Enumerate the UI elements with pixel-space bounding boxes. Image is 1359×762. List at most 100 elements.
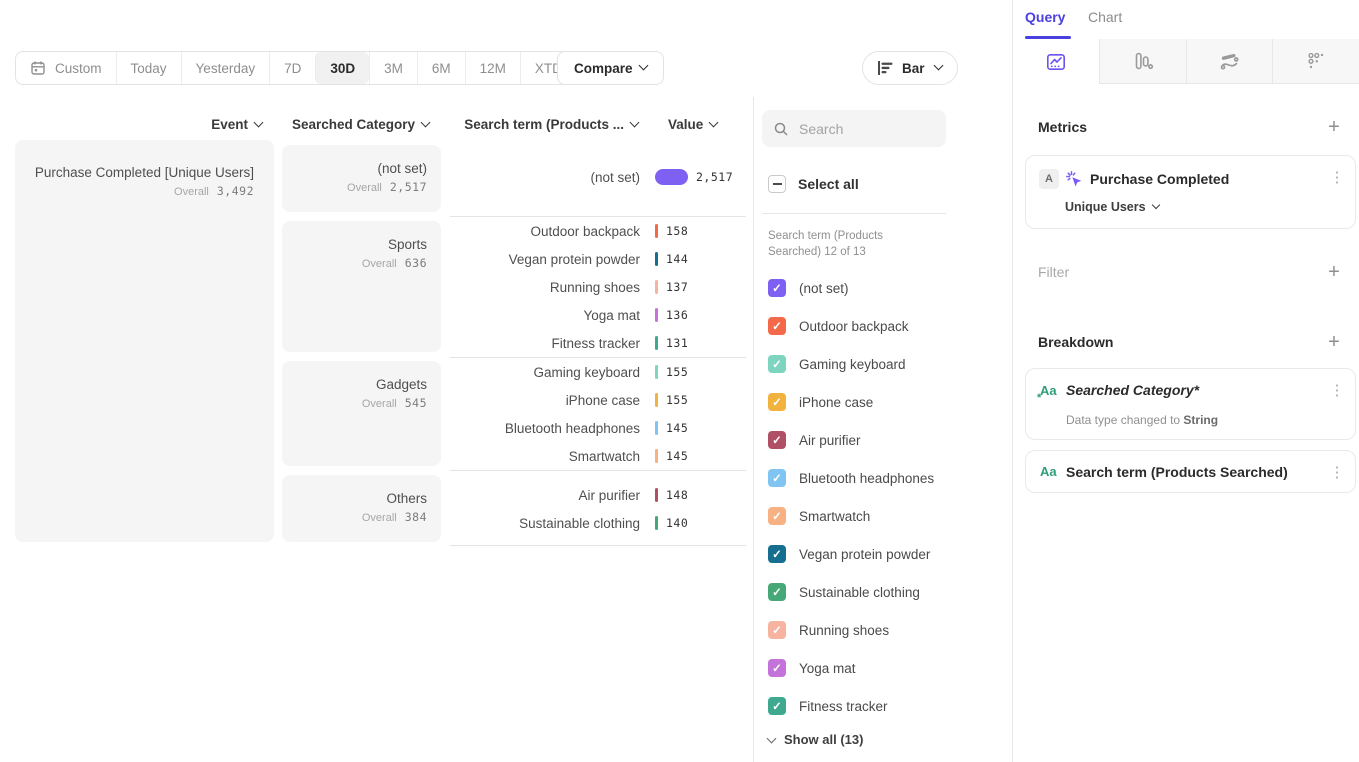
- group-separator: [450, 545, 746, 546]
- tab-funnels[interactable]: [1099, 39, 1186, 84]
- overall-label: Overall: [347, 182, 382, 194]
- category-cell: Others Overall384: [282, 475, 441, 542]
- measure-dropdown[interactable]: Unique Users: [1065, 200, 1159, 214]
- tab-chart[interactable]: Chart: [1088, 9, 1122, 25]
- legend-item-label: Air purifier: [799, 433, 861, 448]
- filter-heading: Filter: [1038, 264, 1069, 280]
- term-row: Running shoes137: [450, 273, 750, 301]
- breakdown-card-search-term[interactable]: Aa Search term (Products Searched): [1025, 450, 1356, 493]
- column-header-event[interactable]: Event: [15, 117, 262, 132]
- event-click-icon: [1065, 170, 1083, 188]
- legend-item-label: Running shoes: [799, 623, 889, 638]
- date-3m-button[interactable]: 3M: [369, 52, 417, 84]
- term-row: Sustainable clothing140: [450, 509, 750, 537]
- legend-item[interactable]: iPhone case: [768, 392, 873, 412]
- checkbox-checked[interactable]: [768, 393, 786, 411]
- category-overall-value: 545: [405, 396, 427, 410]
- category-overall-value: 636: [405, 256, 427, 270]
- overall-label: Overall: [174, 186, 209, 198]
- column-header-event-label: Event: [211, 117, 248, 132]
- date-6m-button[interactable]: 6M: [417, 52, 465, 84]
- show-all-label: Show all (13): [784, 732, 863, 747]
- legend-item[interactable]: Bluetooth headphones: [768, 468, 934, 488]
- legend-item[interactable]: Smartwatch: [768, 506, 870, 526]
- checkbox-checked[interactable]: [768, 507, 786, 525]
- value-label: 155: [666, 393, 688, 407]
- category-cell: Gadgets Overall545: [282, 361, 441, 466]
- checkbox-checked[interactable]: [768, 621, 786, 639]
- value-bar: [655, 365, 658, 379]
- value-label: 131: [666, 336, 688, 350]
- chevron-down-icon: [933, 61, 943, 71]
- legend-item-label: Bluetooth headphones: [799, 471, 934, 486]
- legend-search-input[interactable]: [797, 120, 931, 138]
- term-row: Vegan protein powder144: [450, 245, 750, 273]
- chevron-down-icon: [254, 118, 264, 128]
- overall-label: Overall: [362, 258, 397, 270]
- checkbox-checked[interactable]: [768, 469, 786, 487]
- breakdown-card-searched-category[interactable]: Aa Searched Category* Data type changed …: [1025, 368, 1356, 440]
- value-bar: [655, 449, 658, 463]
- checkbox-checked[interactable]: [768, 583, 786, 601]
- legend-item[interactable]: Sustainable clothing: [768, 582, 920, 602]
- value-label: 148: [666, 488, 688, 502]
- kebab-menu-icon[interactable]: [1329, 463, 1345, 481]
- legend-item[interactable]: Outdoor backpack: [768, 316, 909, 336]
- checkbox-checked[interactable]: [768, 317, 786, 335]
- checkbox-checked[interactable]: [768, 431, 786, 449]
- breakdown-note-datatype: String: [1183, 413, 1218, 427]
- category-name: Sports: [282, 236, 427, 254]
- kebab-menu-icon[interactable]: [1329, 381, 1345, 399]
- date-12m-button[interactable]: 12M: [465, 52, 520, 84]
- event-cell-title: Purchase Completed [Unique Users]: [15, 164, 254, 182]
- tab-retention[interactable]: [1272, 39, 1359, 84]
- checkbox-checked[interactable]: [768, 279, 786, 297]
- term-label: Air purifier: [450, 488, 640, 503]
- date-30d-button-selected[interactable]: 30D: [315, 52, 369, 84]
- add-filter-button[interactable]: [1324, 263, 1344, 283]
- compare-button[interactable]: Compare: [557, 51, 664, 85]
- tab-flows[interactable]: [1186, 39, 1273, 84]
- column-header-value[interactable]: Value: [668, 117, 717, 132]
- legend-item[interactable]: Running shoes: [768, 620, 889, 640]
- term-row: (not set)2,517: [450, 163, 750, 191]
- term-label: iPhone case: [450, 393, 640, 408]
- legend-item-label: Fitness tracker: [799, 699, 888, 714]
- legend-item[interactable]: (not set): [768, 278, 849, 298]
- column-header-category[interactable]: Searched Category: [282, 117, 429, 132]
- kebab-menu-icon[interactable]: [1329, 168, 1345, 186]
- legend-item[interactable]: Gaming keyboard: [768, 354, 906, 374]
- add-metric-button[interactable]: [1324, 118, 1344, 138]
- select-all-checkbox-indeterminate[interactable]: [768, 175, 786, 193]
- value-bar: [655, 516, 658, 530]
- legend-item[interactable]: Fitness tracker: [768, 696, 888, 716]
- term-row: Smartwatch145: [450, 442, 750, 470]
- show-all-button[interactable]: Show all (13): [768, 732, 863, 747]
- column-header-value-label: Value: [668, 117, 703, 132]
- term-label: Sustainable clothing: [450, 516, 640, 531]
- date-7d-button[interactable]: 7D: [269, 52, 315, 84]
- select-all-row[interactable]: Select all: [768, 175, 859, 193]
- tab-query[interactable]: Query: [1025, 9, 1065, 25]
- checkbox-checked[interactable]: [768, 355, 786, 373]
- checkbox-checked[interactable]: [768, 545, 786, 563]
- value-label: 158: [666, 224, 688, 238]
- date-yesterday-button[interactable]: Yesterday: [181, 52, 270, 84]
- date-today-button[interactable]: Today: [116, 52, 181, 84]
- panel-divider: [753, 97, 754, 762]
- column-header-term[interactable]: Search term (Products ...: [450, 117, 638, 132]
- breakdown-property-name: Searched Category*: [1066, 382, 1199, 398]
- chart-type-label: Bar: [902, 61, 925, 76]
- metric-card[interactable]: A Purchase Completed Unique Users: [1025, 155, 1356, 229]
- legend-item[interactable]: Vegan protein powder: [768, 544, 930, 564]
- checkbox-checked[interactable]: [768, 659, 786, 677]
- tab-insights-active[interactable]: [1013, 39, 1099, 84]
- overall-label: Overall: [362, 398, 397, 410]
- legend-item[interactable]: Yoga mat: [768, 658, 856, 678]
- checkbox-checked[interactable]: [768, 697, 786, 715]
- term-row: Yoga mat136: [450, 301, 750, 329]
- date-custom-button[interactable]: Custom: [16, 52, 116, 84]
- add-breakdown-button[interactable]: [1324, 333, 1344, 353]
- chart-type-dropdown[interactable]: Bar: [862, 51, 958, 85]
- legend-item[interactable]: Air purifier: [768, 430, 861, 450]
